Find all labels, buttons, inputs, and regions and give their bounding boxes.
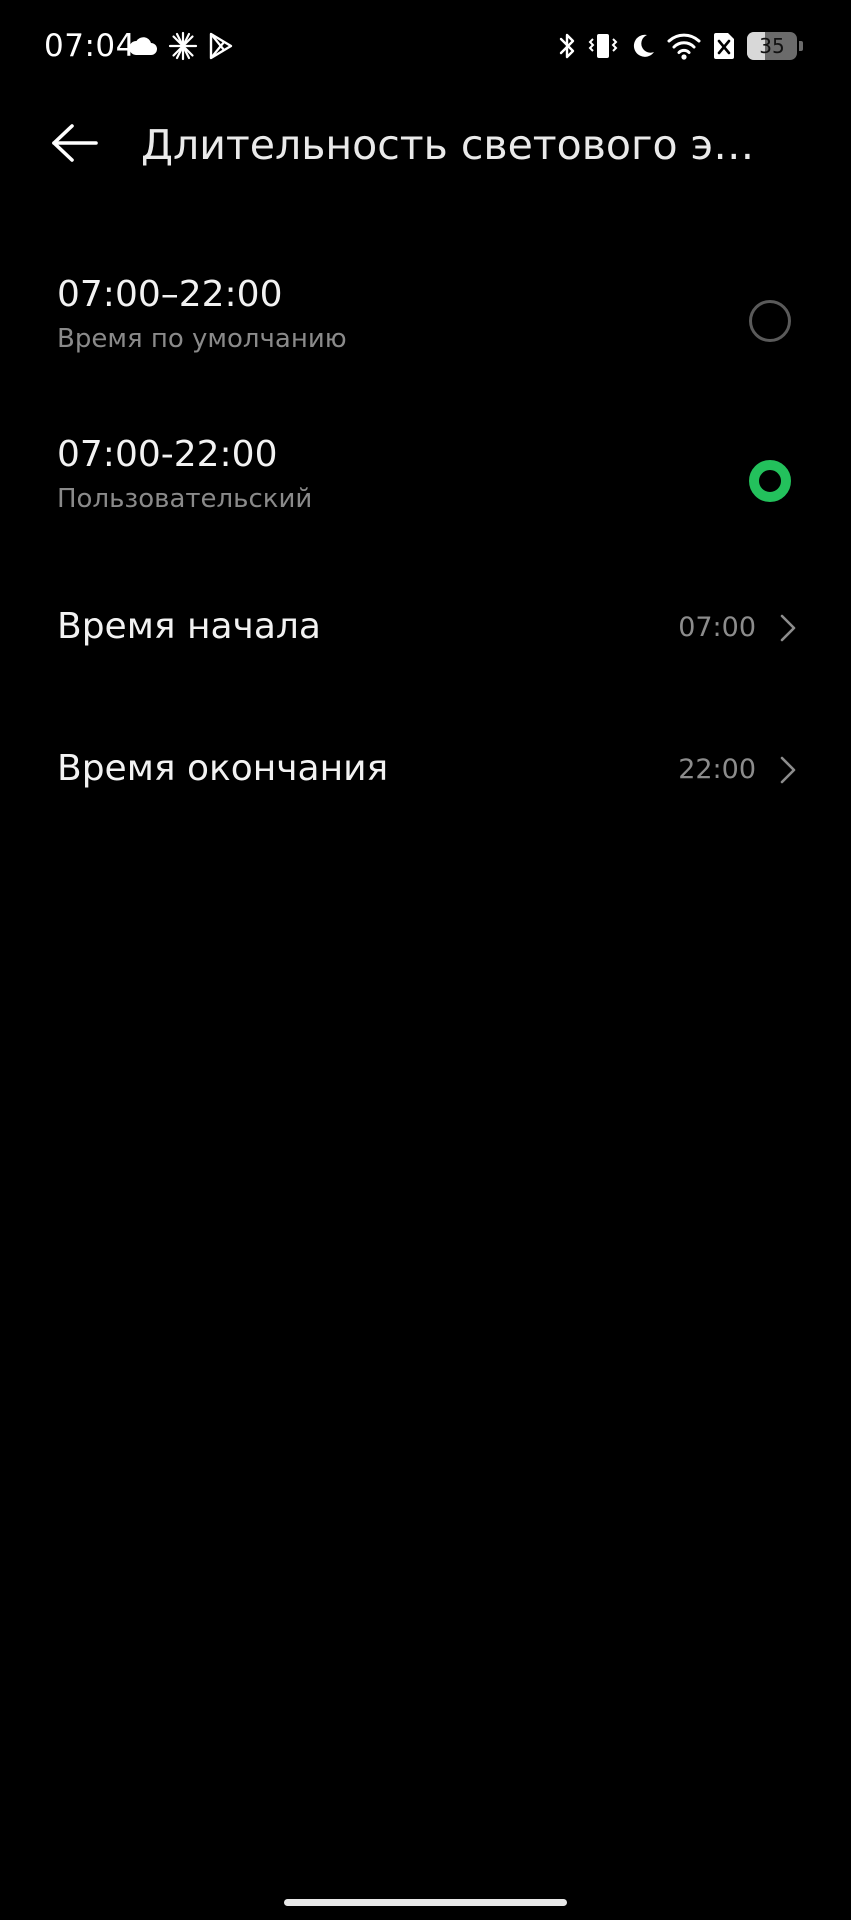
back-button[interactable] [40, 120, 110, 170]
radio-button-unselected[interactable] [749, 300, 791, 342]
option-subtitle: Пользовательский [57, 484, 313, 514]
cloud-icon [128, 35, 158, 57]
start-time-value: 07:00 [678, 612, 756, 643]
back-arrow-icon [50, 123, 100, 167]
chevron-right-icon [777, 612, 799, 644]
start-time-label: Время начала [57, 606, 321, 647]
battery-level: 35 [759, 34, 785, 58]
wifi-icon [667, 32, 701, 60]
sparkle-icon [168, 31, 198, 61]
option-custom-time[interactable]: 07:00-22:00 Пользовательский [0, 410, 851, 550]
status-time: 07:04 [44, 28, 136, 64]
header: Длительность светового эффекта [0, 100, 851, 190]
gesture-navigation-bar[interactable] [284, 1899, 567, 1906]
end-time-row[interactable]: Время окончания 22:00 [0, 710, 851, 830]
chevron-right-icon [777, 754, 799, 786]
end-time-value: 22:00 [678, 754, 756, 785]
radio-button-selected[interactable] [749, 460, 791, 502]
option-title: 07:00-22:00 [57, 434, 278, 475]
battery: 35 [747, 32, 797, 60]
battery-icon: 35 [747, 32, 803, 60]
status-bar: 07:04 35 [0, 0, 851, 92]
option-title: 07:00–22:00 [57, 274, 283, 315]
option-subtitle: Время по умолчанию [57, 324, 347, 354]
option-default-time[interactable]: 07:00–22:00 Время по умолчанию [0, 250, 851, 390]
page-title: Длительность светового эффекта [141, 121, 781, 169]
status-right-icons: 35 [557, 28, 803, 64]
no-sim-icon [711, 31, 737, 61]
start-time-row[interactable]: Время начала 07:00 [0, 568, 851, 688]
moon-icon [629, 32, 657, 60]
vibrate-icon [587, 31, 619, 61]
play-store-icon [208, 32, 234, 60]
bluetooth-icon [557, 31, 577, 61]
status-left-icons [128, 28, 234, 64]
battery-tip [799, 41, 803, 51]
end-time-label: Время окончания [57, 748, 389, 789]
